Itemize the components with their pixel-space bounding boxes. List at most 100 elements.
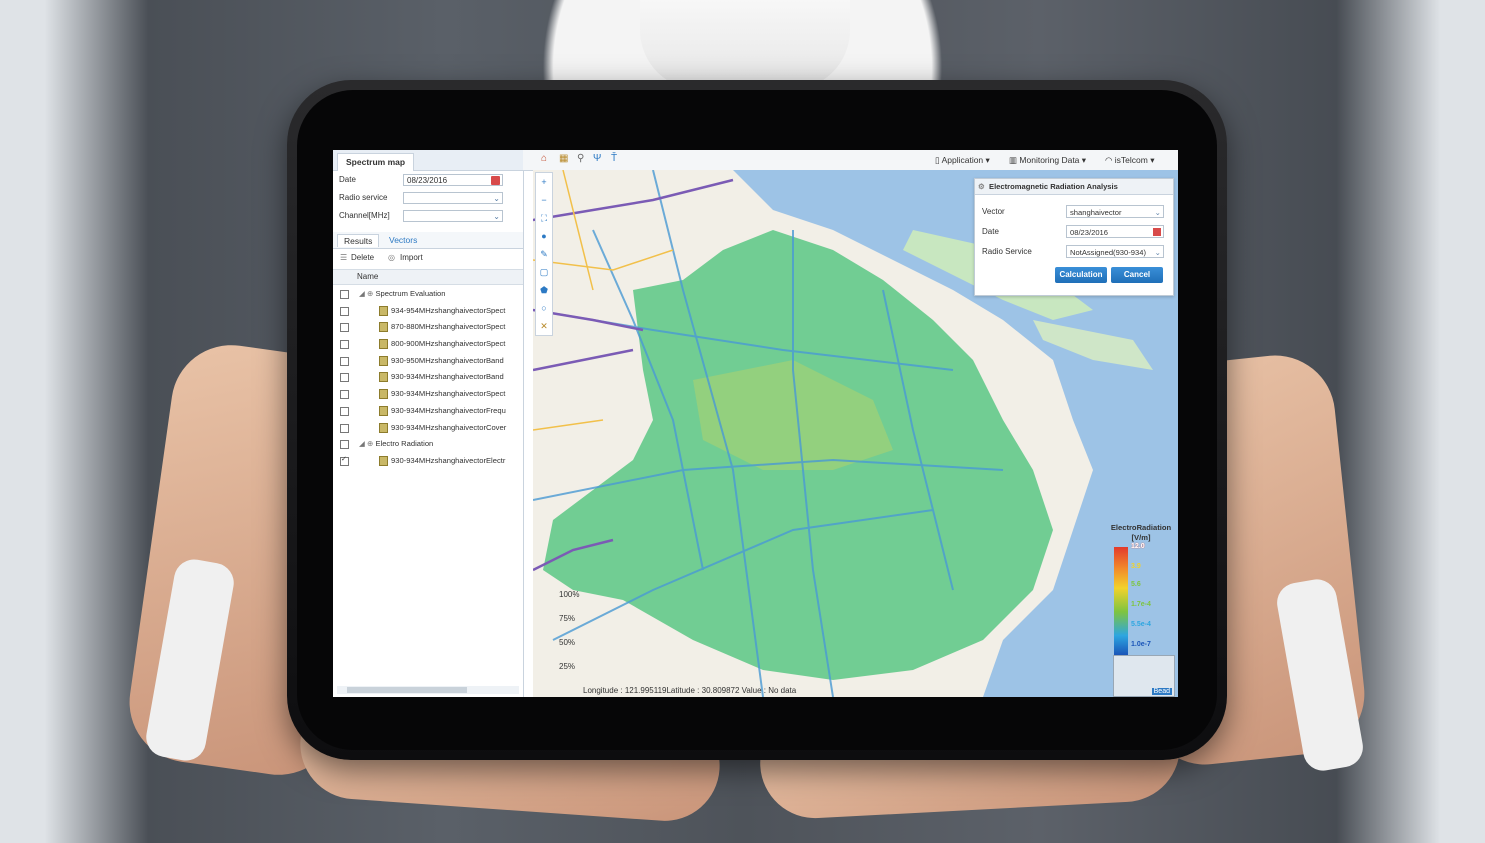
tree-item[interactable]: 930-934MHzshanghaivectorSpect bbox=[333, 386, 523, 403]
horizontal-scrollbar[interactable] bbox=[337, 686, 519, 694]
tree-item[interactable]: 930-934MHzshanghaivectorElectr bbox=[333, 453, 523, 470]
legend-title: ElectroRadiation bbox=[1110, 523, 1172, 532]
legend-unit: [V/m] bbox=[1131, 533, 1151, 542]
calendar-icon[interactable] bbox=[491, 176, 500, 185]
tab-spectrum-map[interactable]: Spectrum map bbox=[337, 153, 415, 171]
name-column-header[interactable]: Name bbox=[357, 272, 378, 281]
tree-item-label: 930-950MHzshanghaivectorBand bbox=[391, 355, 504, 365]
tree-item-label: 870-880MHzshanghaivectorSpect bbox=[391, 322, 506, 332]
calculation-button[interactable]: Calculation bbox=[1055, 267, 1107, 283]
legend-label: 3.9 bbox=[1131, 563, 1141, 570]
tree-item[interactable]: 930-934MHzshanghaivectorCover bbox=[333, 420, 523, 437]
tree-item[interactable]: 930-934MHzshanghaivectorBand bbox=[333, 369, 523, 386]
tablet-screen: Spectrum map Date 08/23/2016 Radio servi… bbox=[333, 150, 1178, 697]
tree-item-label: 930-934MHzshanghaivectorSpect bbox=[391, 389, 506, 399]
zoom-out-button[interactable]: − bbox=[536, 191, 552, 209]
import-button[interactable]: Import bbox=[400, 253, 423, 262]
checkbox[interactable] bbox=[340, 440, 349, 450]
tree-group[interactable]: ◢ ⊕ Spectrum Evaluation bbox=[333, 286, 523, 303]
tab-results[interactable]: Results bbox=[337, 234, 380, 247]
full-extent-icon[interactable]: ⛶ bbox=[536, 209, 552, 227]
checkbox[interactable] bbox=[340, 455, 349, 466]
tab-vectors[interactable]: Vectors bbox=[383, 234, 423, 246]
grid-header: Name bbox=[333, 269, 523, 285]
checkbox[interactable] bbox=[340, 340, 349, 350]
results-tabs: Results Vectors bbox=[333, 232, 523, 249]
layer-icon bbox=[379, 422, 388, 433]
application-menu[interactable]: ▯ Application ▾ bbox=[935, 155, 990, 166]
date-label: Date bbox=[339, 175, 356, 184]
search-icon[interactable]: ⚲ bbox=[577, 153, 584, 164]
clear-icon[interactable]: ✕ bbox=[536, 317, 552, 335]
date-input[interactable]: 08/23/2016 bbox=[403, 174, 503, 186]
checkbox[interactable] bbox=[340, 373, 349, 383]
checkbox[interactable] bbox=[340, 356, 349, 366]
tree-item[interactable]: 800-900MHzshanghaivectorSpect bbox=[333, 336, 523, 353]
import-icon[interactable]: ◎ bbox=[388, 253, 395, 262]
tree-item-label: 930-934MHzshanghaivectorCover bbox=[391, 422, 507, 432]
probe-icon[interactable]: Ť bbox=[611, 153, 617, 164]
channel-row: Channel[MHz] ⌄ bbox=[333, 207, 523, 225]
checkbox[interactable] bbox=[340, 323, 349, 333]
tree-item[interactable]: 930-950MHzshanghaivectorBand bbox=[333, 353, 523, 370]
radio-service-label: Radio service bbox=[339, 193, 388, 202]
coordinate-status: Longitude : 121.995119Latitude : 30.8098… bbox=[583, 686, 797, 695]
user-menu[interactable]: ◠ isTelcom ▾ bbox=[1105, 155, 1154, 166]
tree-item[interactable]: 934-954MHzshanghaivectorSpect bbox=[333, 303, 523, 320]
circle-select-icon[interactable]: ○ bbox=[536, 299, 552, 317]
tree-item-label: Spectrum Evaluation bbox=[375, 289, 446, 298]
tree-item-label: 930-934MHzshanghaivectorElectr bbox=[391, 455, 506, 465]
tree-item[interactable]: 930-934MHzshanghaivectorFrequ bbox=[333, 403, 523, 420]
chevron-down-icon: ⌄ bbox=[1154, 208, 1161, 217]
measure-icon[interactable]: ✎ bbox=[536, 245, 552, 263]
results-toolbar: ☰ Delete ◎ Import bbox=[333, 250, 523, 266]
date-value: 08/23/2016 bbox=[407, 176, 448, 185]
channel-select[interactable]: ⌄ bbox=[403, 210, 503, 222]
zoom-label: 25% bbox=[559, 662, 576, 671]
layer-icon bbox=[379, 322, 388, 333]
dialog-title: ⚙ Electromagnetic Radiation Analysis bbox=[975, 179, 1173, 195]
radio-service-row: Radio service ⌄ bbox=[333, 189, 523, 207]
chevron-down-icon[interactable]: ⌄ bbox=[493, 211, 500, 223]
checkbox[interactable] bbox=[340, 406, 349, 416]
tree-group[interactable]: ◢ ⊕ Electro Radiation bbox=[333, 436, 523, 453]
channel-label: Channel[MHz] bbox=[339, 211, 390, 220]
checkbox[interactable] bbox=[340, 423, 349, 433]
calendar-icon bbox=[1153, 228, 1161, 236]
zoom-label: 50% bbox=[559, 638, 576, 647]
monitoring-data-menu[interactable]: ▥ Monitoring Data ▾ bbox=[1009, 155, 1086, 166]
top-toolbar: ⌂ ▦ ⚲ Ψ Ť ▯ Application ▾ ▥ Monitoring D… bbox=[523, 150, 1178, 171]
chevron-down-icon[interactable]: ⌄ bbox=[493, 193, 500, 205]
delete-icon[interactable]: ☰ bbox=[340, 253, 347, 262]
minimap-label: Bead bbox=[1151, 688, 1172, 695]
legend-label: 1.0e-7 bbox=[1131, 641, 1151, 648]
radio-service-label: Radio Service bbox=[982, 247, 1032, 256]
polygon-select-icon[interactable]: ⬟ bbox=[536, 281, 552, 299]
date-label: Date bbox=[982, 227, 999, 236]
marker-icon[interactable]: ● bbox=[536, 227, 552, 245]
left-panel: Spectrum map Date 08/23/2016 Radio servi… bbox=[333, 150, 524, 697]
tree-item[interactable]: 870-880MHzshanghaivectorSpect bbox=[333, 319, 523, 336]
map-tools: + − ⛶ ● ✎ ▢ ⬟ ○ ✕ bbox=[535, 172, 553, 336]
layer-icon bbox=[379, 305, 388, 316]
checkbox[interactable] bbox=[340, 306, 349, 316]
date-row: Date 08/23/2016 bbox=[333, 171, 523, 189]
folder-icon: ◢ ⊕ bbox=[359, 439, 376, 449]
date-input[interactable]: 08/23/2016 bbox=[1066, 225, 1164, 238]
rectangle-select-icon[interactable]: ▢ bbox=[536, 263, 552, 281]
cancel-button[interactable]: Cancel bbox=[1111, 267, 1163, 283]
delete-button[interactable]: Delete bbox=[351, 253, 374, 262]
home-icon[interactable]: ⌂ bbox=[541, 153, 547, 164]
legend-color-bar bbox=[1114, 547, 1128, 655]
checkbox[interactable] bbox=[340, 290, 349, 299]
overview-minimap[interactable]: Bead bbox=[1113, 655, 1175, 697]
antenna-icon[interactable]: Ψ bbox=[593, 153, 601, 164]
checkbox[interactable] bbox=[340, 390, 349, 400]
radio-service-select[interactable]: NotAssigned(930-934) ⌄ bbox=[1066, 245, 1164, 258]
tree-item-label: 930-934MHzshanghaivectorFrequ bbox=[391, 405, 506, 415]
layers-icon[interactable]: ▦ bbox=[559, 153, 568, 164]
gear-icon: ⚙ bbox=[978, 182, 985, 191]
radio-service-select[interactable]: ⌄ bbox=[403, 192, 503, 204]
vector-select[interactable]: shanghaivector ⌄ bbox=[1066, 205, 1164, 218]
zoom-in-button[interactable]: + bbox=[536, 173, 552, 191]
